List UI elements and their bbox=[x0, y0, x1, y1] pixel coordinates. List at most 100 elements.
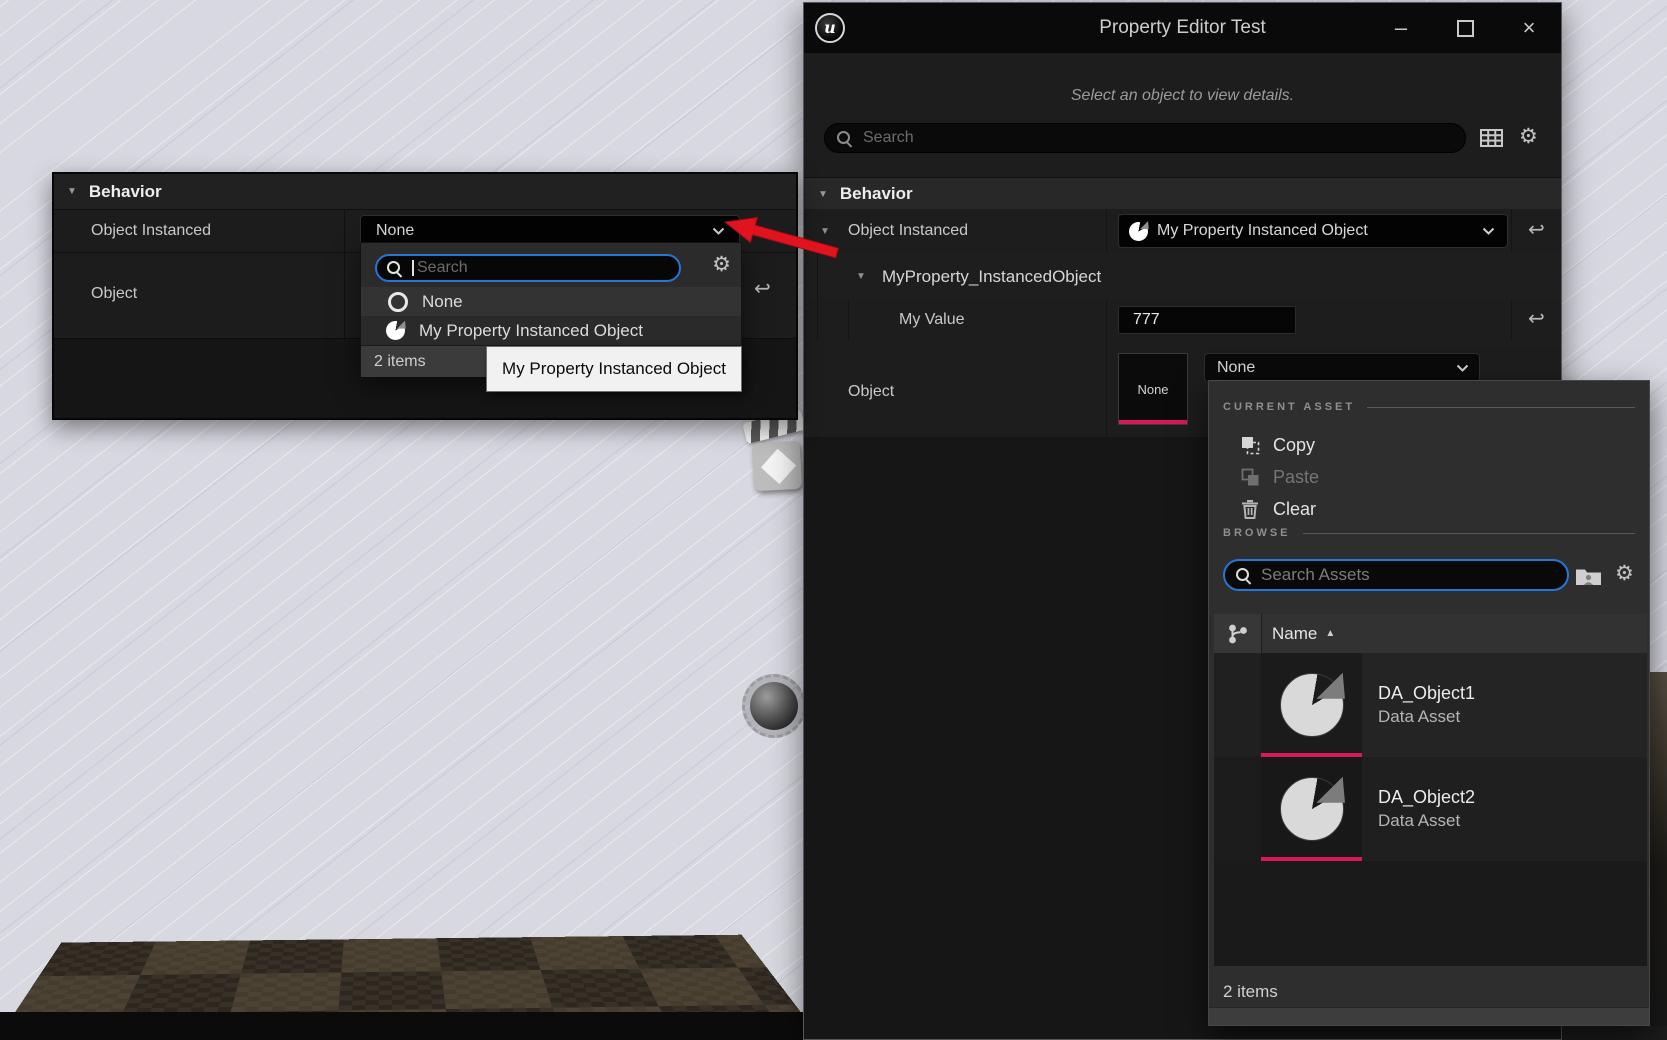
reset-to-default-button[interactable]: ↩ bbox=[1528, 309, 1545, 329]
window-titlebar[interactable]: u Property Editor Test – × bbox=[804, 3, 1561, 53]
empty-selection-hint: Select an object to view details. bbox=[804, 87, 1561, 105]
background-dark-corner bbox=[1562, 1026, 1667, 1040]
asset-type: Data Asset bbox=[1378, 811, 1647, 831]
object-instanced-row: ▼ Object Instanced My Property Instanced… bbox=[804, 209, 1561, 254]
text-cursor bbox=[412, 260, 414, 276]
asset-thumbnail bbox=[1261, 653, 1362, 757]
trash-icon bbox=[1239, 499, 1261, 519]
object-asset-combobox[interactable]: None bbox=[1204, 353, 1480, 382]
display-filter-table-icon[interactable] bbox=[1480, 129, 1503, 152]
asset-type-color-bar bbox=[1119, 420, 1187, 424]
sphere-actor-icon[interactable] bbox=[742, 674, 806, 738]
dropdown-item-instanced-object[interactable]: My Property Instanced Object bbox=[361, 316, 741, 345]
copy-menu-item[interactable]: Copy bbox=[1209, 429, 1649, 461]
checkerboard-floor bbox=[0, 935, 806, 1012]
section-divider bbox=[1303, 533, 1636, 534]
dropdown-item-none[interactable]: None bbox=[361, 287, 741, 316]
section-title: Behavior bbox=[840, 184, 913, 204]
background-window-sliver bbox=[1650, 672, 1667, 1026]
reset-to-default-button[interactable]: ↩ bbox=[1528, 220, 1545, 240]
asset-thumbnail-button[interactable]: None bbox=[1118, 353, 1188, 425]
asset-list-header[interactable]: Name ▲ bbox=[1214, 614, 1647, 653]
search-icon bbox=[837, 131, 852, 146]
close-button[interactable]: × bbox=[1497, 3, 1561, 53]
menu-item-label: Copy bbox=[1273, 435, 1315, 456]
clapperboard-diamond bbox=[761, 449, 796, 484]
paste-icon bbox=[1239, 468, 1261, 487]
dropdown-search-input[interactable]: Search bbox=[375, 254, 681, 282]
reset-to-default-button[interactable]: ↩ bbox=[754, 279, 771, 299]
paste-menu-item[interactable]: Paste bbox=[1209, 461, 1649, 493]
property-label: Object bbox=[848, 383, 894, 401]
asset-row-da-object1[interactable]: DA_Object1 Data Asset bbox=[1214, 653, 1647, 757]
asset-name: DA_Object2 bbox=[1378, 787, 1647, 808]
view-options-gear-icon[interactable]: ⚙ bbox=[1615, 561, 1634, 586]
dropdown-item-label: My Property Instanced Object bbox=[419, 321, 643, 341]
maximize-button[interactable] bbox=[1433, 3, 1497, 53]
combobox-value: My Property Instanced Object bbox=[1157, 222, 1368, 240]
column-splitter[interactable] bbox=[344, 210, 345, 338]
menu-item-label: Clear bbox=[1273, 499, 1316, 520]
behavior-section-header[interactable]: ▼ Behavior bbox=[54, 174, 796, 210]
search-assets-placeholder: Search Assets bbox=[1261, 565, 1370, 585]
sphere-ball bbox=[750, 682, 798, 730]
section-divider bbox=[1367, 407, 1635, 408]
combobox-value: None bbox=[376, 222, 414, 240]
asset-row-da-object2[interactable]: DA_Object2 Data Asset bbox=[1214, 757, 1647, 861]
item-count: 2 items bbox=[1223, 982, 1278, 1002]
revision-cell bbox=[1214, 757, 1261, 861]
chevron-down-icon bbox=[1456, 359, 1469, 377]
reset-column-divider bbox=[1511, 209, 1512, 253]
asset-type-color-bar bbox=[1261, 857, 1362, 861]
asset-picker-menu: CURRENT ASSET Copy Paste Clear BROWSE Se… bbox=[1208, 380, 1650, 1026]
name-column-header[interactable]: Name ▲ bbox=[1262, 614, 1647, 653]
menu-footer-strip bbox=[1209, 1007, 1649, 1025]
asset-type: Data Asset bbox=[1378, 707, 1647, 727]
asset-thumbnail bbox=[1261, 757, 1362, 861]
property-label: Object Instanced bbox=[848, 222, 968, 240]
settings-gear-icon[interactable]: ⚙ bbox=[1519, 124, 1538, 149]
item-count: 2 items bbox=[374, 353, 426, 371]
tooltip-text: My Property Instanced Object bbox=[502, 359, 726, 379]
object-instanced-combobox[interactable]: My Property Instanced Object bbox=[1118, 214, 1508, 248]
my-value-text: 777 bbox=[1133, 311, 1160, 329]
expander-icon: ▼ bbox=[67, 186, 77, 197]
details-search-input[interactable]: Search bbox=[824, 123, 1466, 153]
column-label: Name bbox=[1272, 624, 1317, 644]
annotation-arrow-icon bbox=[697, 206, 847, 271]
property-label: Object Instanced bbox=[91, 222, 211, 240]
section-title: Behavior bbox=[89, 182, 162, 202]
search-assets-input[interactable]: Search Assets bbox=[1223, 559, 1569, 591]
indent-guide bbox=[817, 299, 818, 341]
search-icon bbox=[387, 261, 402, 276]
property-label: MyProperty_InstancedObject bbox=[882, 267, 1101, 287]
expander-icon: ▼ bbox=[818, 189, 828, 200]
search-placeholder: Search bbox=[417, 259, 468, 277]
browse-to-asset-folder-icon[interactable] bbox=[1575, 566, 1602, 591]
my-value-input[interactable]: 777 bbox=[1118, 306, 1296, 334]
combobox-value: None bbox=[1217, 359, 1255, 377]
data-asset-pie-icon bbox=[1280, 673, 1344, 737]
section-label: BROWSE bbox=[1223, 527, 1291, 539]
column-splitter[interactable] bbox=[1106, 341, 1107, 437]
none-ring-icon bbox=[388, 292, 408, 312]
revision-control-column-icon[interactable] bbox=[1214, 614, 1261, 653]
menu-item-label: Paste bbox=[1273, 467, 1319, 488]
chevron-down-icon bbox=[1482, 222, 1495, 240]
column-splitter[interactable] bbox=[1106, 209, 1107, 253]
column-splitter[interactable] bbox=[1106, 299, 1107, 341]
property-label: My Value bbox=[899, 311, 965, 329]
clapperboard-body bbox=[752, 441, 802, 491]
clear-menu-item[interactable]: Clear bbox=[1209, 493, 1649, 525]
cine-camera-actor-icon[interactable] bbox=[746, 414, 808, 500]
viewport-bottom-bar bbox=[0, 1012, 806, 1040]
instanced-object-pie-icon bbox=[386, 321, 405, 340]
viewport-floor bbox=[0, 398, 806, 1012]
my-value-row: My Value 777 ↩ bbox=[804, 299, 1561, 342]
minimize-button[interactable]: – bbox=[1369, 3, 1433, 53]
asset-list: Name ▲ DA_Object1 Data Asset DA_Object2 bbox=[1214, 614, 1647, 966]
behavior-section-header[interactable]: ▼ Behavior bbox=[804, 177, 1561, 211]
maximize-icon bbox=[1457, 20, 1474, 37]
expander-icon[interactable]: ▼ bbox=[856, 271, 866, 282]
instanced-object-child-row[interactable]: ▼ MyProperty_InstancedObject bbox=[804, 253, 1561, 300]
